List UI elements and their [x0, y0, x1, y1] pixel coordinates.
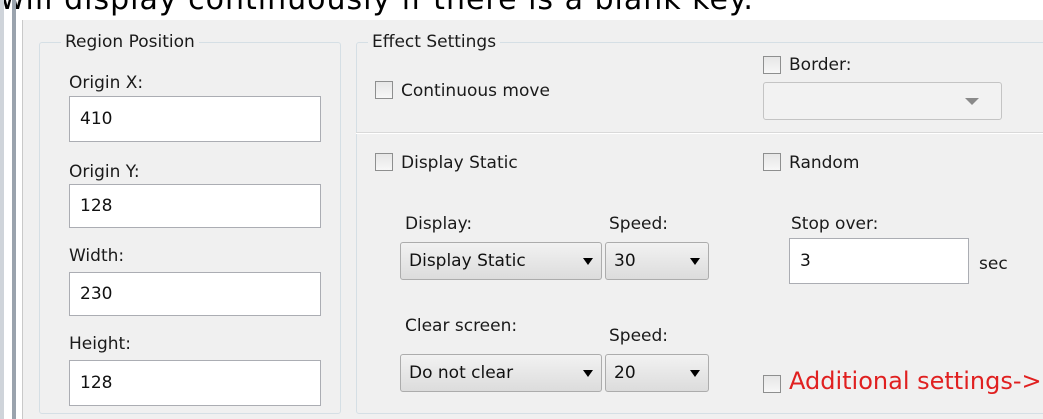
width-input[interactable]: [69, 272, 321, 316]
display-static-checkbox-label: Display Static: [401, 153, 518, 173]
height-input[interactable]: [69, 360, 321, 406]
chevron-down-icon: [583, 258, 593, 265]
stop-over-label: Stop over:: [791, 214, 879, 234]
speed-dropdown-value: 30: [614, 251, 636, 271]
display-dropdown[interactable]: Display Static: [400, 242, 602, 280]
region-position-title: Region Position: [61, 32, 199, 52]
chevron-down-icon: [690, 258, 700, 265]
settings-panel: Region Position Origin X: Origin Y: Widt…: [22, 20, 1043, 419]
origin-x-input[interactable]: [69, 96, 321, 142]
speed-label-2: Speed:: [609, 326, 669, 346]
display-static-checkbox[interactable]: [375, 153, 393, 171]
sec-label: sec: [979, 254, 1008, 274]
chevron-down-icon: [965, 98, 979, 105]
border-checkbox[interactable]: [763, 56, 781, 74]
height-label: Height:: [69, 334, 131, 354]
display-label: Display:: [405, 214, 473, 234]
origin-y-label: Origin Y:: [69, 162, 140, 182]
origin-y-input[interactable]: [69, 184, 321, 228]
divider-highlight: [356, 133, 1043, 134]
window-edge-inner: [12, 0, 16, 419]
border-dropdown[interactable]: [763, 82, 1002, 120]
random-label: Random: [789, 153, 860, 173]
chevron-down-icon: [690, 370, 700, 377]
random-checkbox[interactable]: [763, 153, 781, 171]
continuous-move-label: Continuous move: [401, 81, 550, 101]
speed-dropdown[interactable]: 30: [605, 242, 709, 280]
chevron-down-icon: [583, 370, 593, 377]
origin-x-label: Origin X:: [69, 73, 144, 93]
continuous-move-checkbox[interactable]: [375, 81, 393, 99]
speed-dropdown-2[interactable]: 20: [605, 354, 709, 392]
width-label: Width:: [69, 246, 125, 266]
clear-screen-dropdown[interactable]: Do not clear: [400, 354, 602, 392]
document-text: will display continuously if there is a …: [0, 0, 1043, 18]
speed-dropdown-2-value: 20: [614, 363, 636, 383]
window-edge: [0, 0, 4, 419]
display-dropdown-value: Display Static: [409, 251, 526, 271]
speed-label: Speed:: [609, 214, 669, 234]
border-label: Border:: [789, 55, 852, 75]
clear-screen-dropdown-value: Do not clear: [409, 363, 514, 383]
effect-settings-title: Effect Settings: [368, 32, 501, 52]
additional-settings-checkbox[interactable]: [763, 375, 781, 393]
additional-settings-link[interactable]: Additional settings->: [789, 367, 1042, 395]
clear-screen-label: Clear screen:: [405, 316, 518, 336]
stop-over-input[interactable]: [789, 238, 969, 284]
